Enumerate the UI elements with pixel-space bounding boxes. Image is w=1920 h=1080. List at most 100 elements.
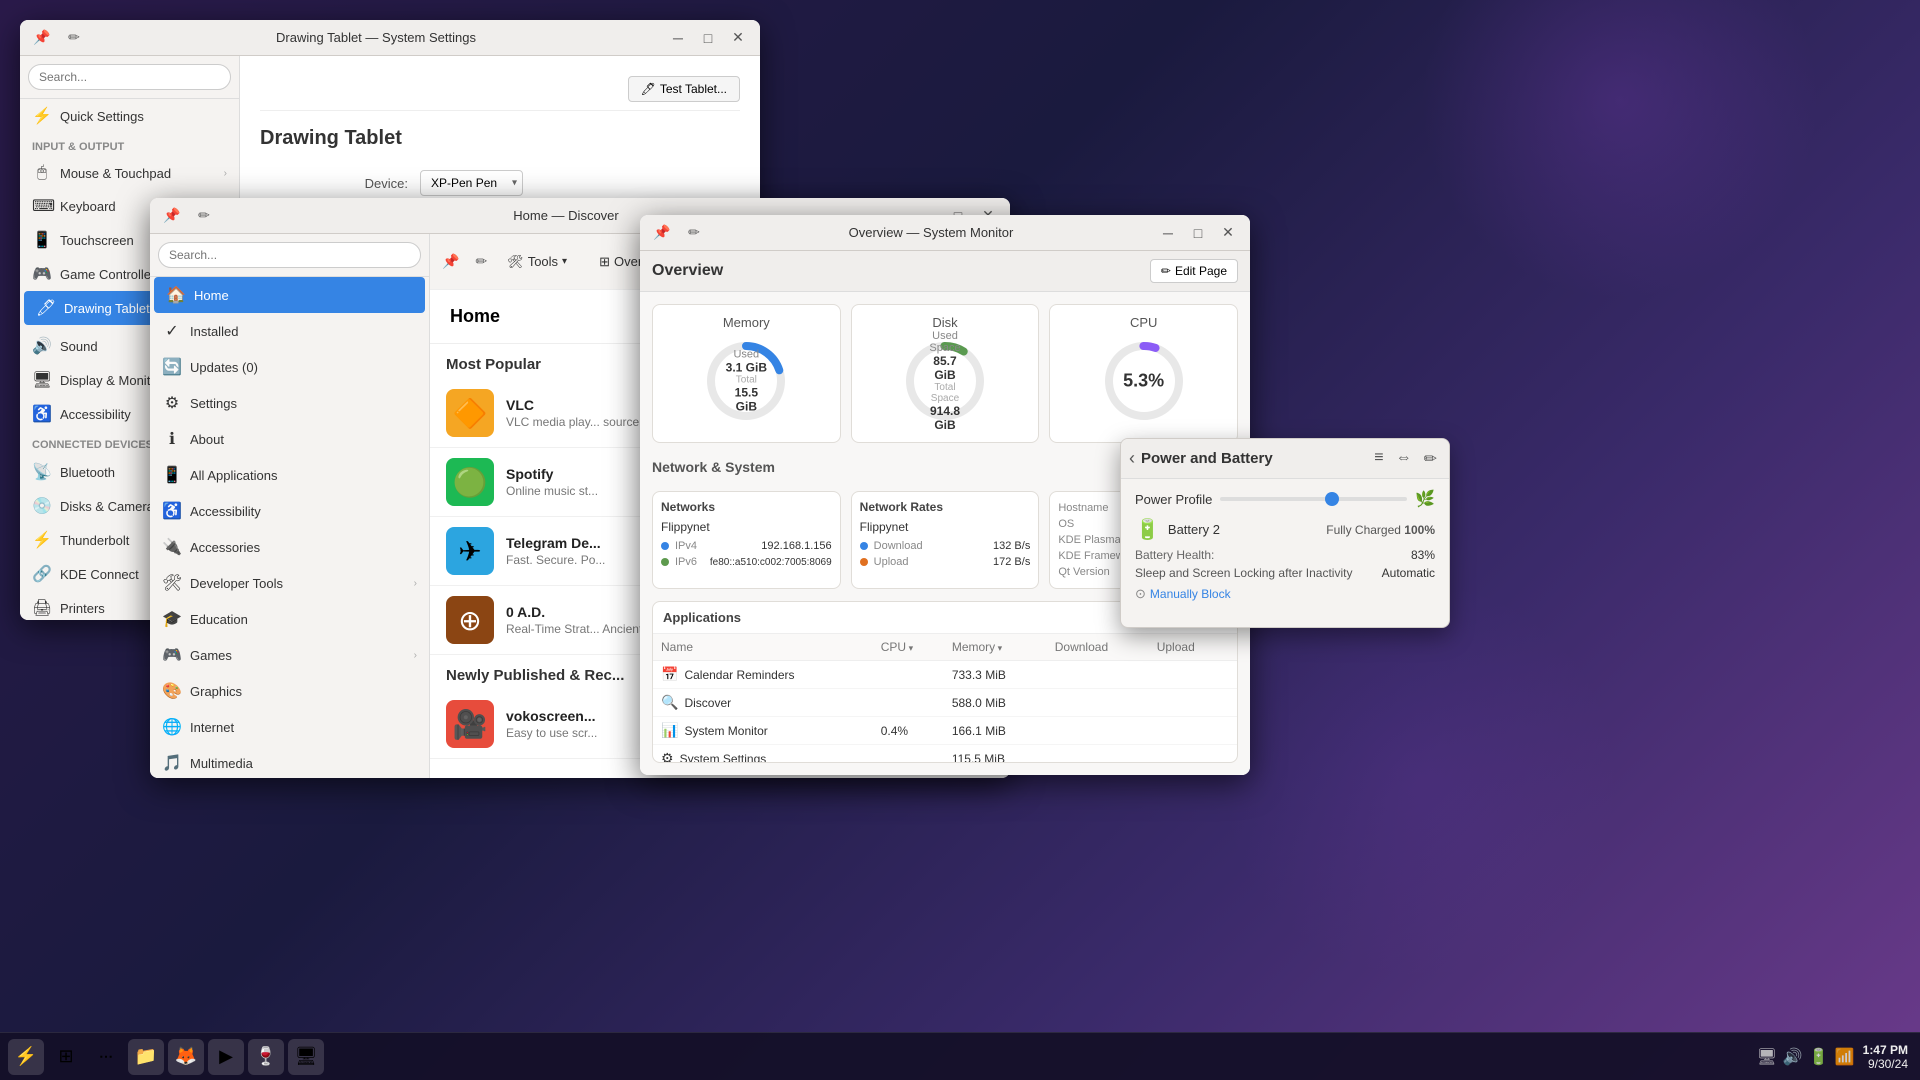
cpu-donut: 5.3% [1099, 336, 1189, 426]
mouse-expand-icon: › [224, 168, 227, 179]
sidebar-item-quick-settings[interactable]: ⚡ Quick Settings [20, 99, 239, 133]
power-back-btn[interactable]: ‹ [1129, 448, 1135, 469]
drawing-tablet-icon: 🖊 [36, 298, 56, 318]
net-row-ipv4: IPv4 192.168.1.156 [661, 538, 832, 554]
disc-item-home[interactable]: 🏠 Home [154, 277, 425, 313]
tools-chevron-icon: ▾ [562, 256, 567, 267]
sysmon-titlebar: 📌 ✏ Overview — System Monitor ─ □ ✕ [640, 215, 1250, 251]
disc-item-accessories[interactable]: 🔌 Accessories [150, 529, 429, 565]
disc-item-about[interactable]: ℹ About [150, 421, 429, 457]
disc-item-graphics[interactable]: 🎨 Graphics [150, 673, 429, 709]
disk-used-label: Used Space [922, 330, 967, 354]
disc-tools-btn[interactable]: 🛠 Tools ▾ [495, 249, 579, 275]
device-select[interactable]: XP-Pen Pen [420, 170, 523, 196]
col-upload[interactable]: Upload [1149, 634, 1237, 661]
sysmon-maximize-btn[interactable]: □ [1184, 219, 1212, 247]
settings-search-input[interactable] [28, 64, 231, 90]
task-manager-btn[interactable]: ⊞ [48, 1039, 84, 1075]
settings-close-btn[interactable]: ✕ [724, 24, 752, 52]
disc-item-installed[interactable]: ✓ Installed [150, 313, 429, 349]
printers-label: Printers [60, 601, 105, 616]
sidebar-item-mouse[interactable]: 🖱 Mouse & Touchpad › [20, 157, 239, 189]
disc-item-updates[interactable]: 🔄 Updates (0) [150, 349, 429, 385]
0ad-icon: ⊕ [458, 604, 481, 637]
table-row[interactable]: 📅 Calendar Reminders 733.3 MiB [653, 661, 1237, 689]
discover-edit-btn[interactable]: ✏ [190, 202, 218, 230]
disc-item-settings[interactable]: ⚙ Settings [150, 385, 429, 421]
col-memory[interactable]: Memory [944, 634, 1047, 661]
disc-item-accessibility[interactable]: ♿ Accessibility [150, 493, 429, 529]
clock[interactable]: 1:47 PM 9/30/24 [1863, 1043, 1908, 1071]
table-row[interactable]: ⚙ System Settings 115.5 MiB [653, 745, 1237, 764]
settings-edit-btn[interactable]: ✏ [60, 24, 88, 52]
discover-search-input[interactable] [158, 242, 421, 268]
education-icon: 🎓 [162, 609, 182, 629]
table-row[interactable]: 🔍 Discover 588.0 MiB [653, 689, 1237, 717]
apps-btn[interactable]: ⋯ [88, 1039, 124, 1075]
spotify-icon-wrap: 🟢 [446, 458, 494, 506]
app-row-name-discover: 🔍 Discover [653, 689, 873, 717]
sound-label: Sound [60, 339, 98, 354]
discover-pin-btn[interactable]: 📌 [158, 202, 186, 230]
disc-item-dev-tools[interactable]: 🛠 Developer Tools › [150, 565, 429, 601]
disc-item-multimedia[interactable]: 🎵 Multimedia [150, 745, 429, 778]
sysmon-close-btn[interactable]: ✕ [1214, 219, 1242, 247]
sysmon-minimize-btn[interactable]: ─ [1154, 219, 1182, 247]
wine-btn[interactable]: 🍷 [248, 1039, 284, 1075]
disc-accessibility-icon: ♿ [162, 501, 182, 521]
monitor-btn[interactable]: 🖥 [288, 1039, 324, 1075]
tray-wifi-icon[interactable]: 📶 [1835, 1047, 1855, 1067]
manually-block-btn[interactable]: Manually Block [1150, 587, 1231, 601]
sysmon-overview-header: Overview ✏ Edit Page [640, 251, 1250, 292]
sysmon-edit-page-btn[interactable]: ✏ Edit Page [1150, 259, 1238, 283]
tray-battery-icon[interactable]: 🔋 [1809, 1047, 1829, 1067]
settings-minimize-btn[interactable]: ─ [664, 24, 692, 52]
browser-btn[interactable]: 🦊 [168, 1039, 204, 1075]
disk-donut: Used Space 85.7 GiB Total Space 914.8 Gi… [900, 336, 990, 426]
networks-card-title: Networks [661, 500, 832, 514]
power-menu-icon[interactable]: ≡ [1370, 445, 1387, 473]
tools-label: Tools [528, 254, 558, 269]
battery-status-text: Fully Charged [1326, 523, 1401, 537]
tray-network-icon[interactable]: 🖥 [1757, 1047, 1777, 1067]
terminal-icon: ▶ [219, 1046, 233, 1067]
col-cpu[interactable]: CPU [873, 634, 944, 661]
disc-item-education[interactable]: 🎓 Education [150, 601, 429, 637]
sysmon-pin-btn[interactable]: 📌 [648, 219, 676, 247]
internet-icon: 🌐 [162, 717, 182, 737]
all-apps-icon: 📱 [162, 465, 182, 485]
edit-page-label: Edit Page [1175, 264, 1227, 278]
power-profile-slider[interactable] [1220, 497, 1407, 501]
files-btn[interactable]: 📁 [128, 1039, 164, 1075]
test-tablet-btn[interactable]: 🖊 Test Tablet... [628, 76, 740, 102]
table-row[interactable]: 📊 System Monitor 0.4% 166.1 MiB [653, 717, 1237, 745]
display-icon: 🖥 [32, 370, 52, 390]
settings-pin-btn[interactable]: 📌 [28, 24, 56, 52]
page-title: Drawing Tablet [260, 127, 740, 150]
disk-used-val: 85.7 GiB [922, 354, 967, 382]
disc-item-all-apps[interactable]: 📱 All Applications [150, 457, 429, 493]
start-icon: ⚡ [15, 1046, 37, 1067]
cpu-title: CPU [1060, 315, 1227, 330]
tray-volume-icon[interactable]: 🔊 [1783, 1047, 1803, 1067]
disk-total-val: 914.8 GiB [922, 404, 967, 432]
taskbar-left: ⚡ ⊞ ⋯ 📁 🦊 ▶ 🍷 🖥 [0, 1039, 332, 1075]
settings-maximize-btn[interactable]: □ [694, 24, 722, 52]
power-settings-icon[interactable]: ⇔ [1392, 445, 1416, 473]
start-btn[interactable]: ⚡ [8, 1039, 44, 1075]
memory-donut: Used 3.1 GiB Total 15.5 GiB [701, 336, 791, 426]
settings-titlebar: 📌 ✏ Drawing Tablet — System Settings ─ □… [20, 20, 760, 56]
col-name[interactable]: Name [653, 634, 873, 661]
disc-item-games[interactable]: 🎮 Games › [150, 637, 429, 673]
sysmon-edit-btn[interactable]: ✏ [680, 219, 708, 247]
terminal-btn[interactable]: ▶ [208, 1039, 244, 1075]
ipv4-label: IPv4 [675, 540, 697, 552]
clock-time: 1:47 PM [1863, 1043, 1908, 1057]
power-panel[interactable]: ‹ Power and Battery ≡ ⇔ ✏ Power Profile … [1120, 438, 1450, 628]
disc-item-internet[interactable]: 🌐 Internet [150, 709, 429, 745]
device-combo-wrap: XP-Pen Pen [420, 170, 523, 196]
col-download[interactable]: Download [1047, 634, 1149, 661]
power-edit-icon[interactable]: ✏ [1420, 445, 1441, 473]
upload-dot [860, 558, 868, 566]
tablet-test-icon: 🖊 [641, 82, 656, 96]
